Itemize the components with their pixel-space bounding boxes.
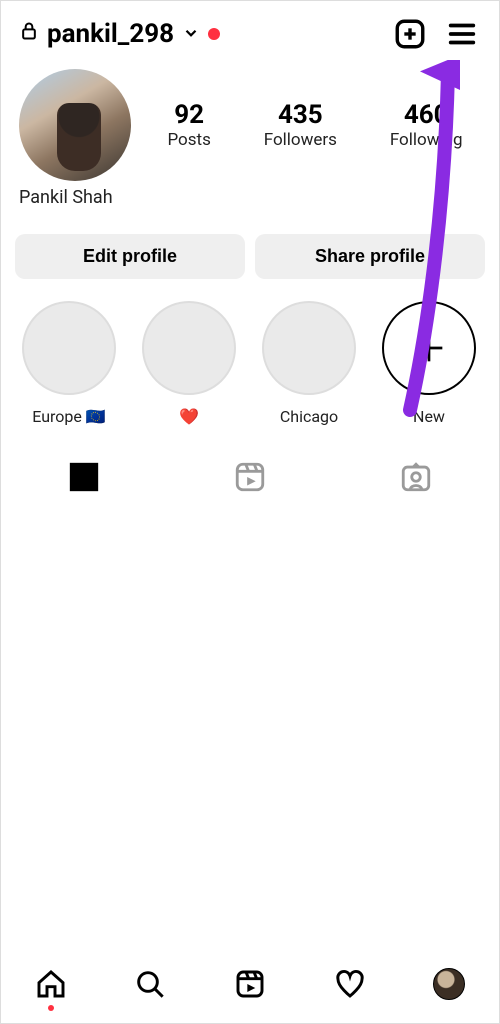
highlight-circle (262, 301, 356, 395)
stat-followers[interactable]: 435 Followers (264, 100, 337, 150)
share-profile-button[interactable]: Share profile (255, 234, 485, 279)
chevron-down-icon (182, 19, 200, 49)
nav-profile[interactable] (432, 967, 466, 1001)
nav-home-dot (48, 1005, 54, 1011)
following-count: 460 (390, 100, 463, 130)
username-text: pankil_298 (47, 19, 174, 49)
stat-posts[interactable]: 92 Posts (167, 100, 210, 150)
create-button[interactable] (391, 15, 429, 53)
plus-icon (382, 301, 476, 395)
highlight-new[interactable]: New (375, 301, 483, 426)
content-area (1, 503, 499, 952)
following-label: Following (390, 130, 463, 150)
followers-count: 435 (264, 100, 337, 130)
nav-home[interactable] (34, 967, 68, 1001)
nav-activity[interactable] (333, 967, 367, 1001)
followers-label: Followers (264, 130, 337, 150)
highlight-chicago[interactable]: Chicago (255, 301, 363, 426)
stat-following[interactable]: 460 Following (390, 100, 463, 150)
highlight-label: ❤️ (135, 407, 243, 426)
menu-button[interactable] (443, 15, 481, 53)
highlight-label: Europe 🇪🇺 (15, 407, 123, 426)
bottom-nav (1, 952, 499, 1023)
edit-profile-button[interactable]: Edit profile (15, 234, 245, 279)
avatar[interactable] (19, 69, 131, 181)
display-name: Pankil Shah (1, 181, 499, 208)
tab-grid[interactable] (1, 452, 167, 502)
highlight-label: Chicago (255, 407, 363, 426)
posts-label: Posts (167, 130, 210, 150)
username-switcher[interactable]: pankil_298 (19, 19, 220, 49)
highlight-europe[interactable]: Europe 🇪🇺 (15, 301, 123, 426)
profile-tabs (1, 452, 499, 503)
notification-dot (208, 28, 220, 40)
highlights-row: Europe 🇪🇺 ❤️ Chicago New (1, 279, 499, 426)
highlight-circle (22, 301, 116, 395)
highlight-heart[interactable]: ❤️ (135, 301, 243, 426)
nav-search[interactable] (133, 967, 167, 1001)
highlight-label: New (375, 407, 483, 426)
posts-count: 92 (167, 100, 210, 130)
avatar-small (433, 968, 465, 1000)
tab-tagged[interactable] (333, 452, 499, 502)
lock-icon (19, 19, 39, 49)
tab-reels[interactable] (167, 452, 333, 502)
highlight-circle (142, 301, 236, 395)
nav-reels[interactable] (233, 967, 267, 1001)
